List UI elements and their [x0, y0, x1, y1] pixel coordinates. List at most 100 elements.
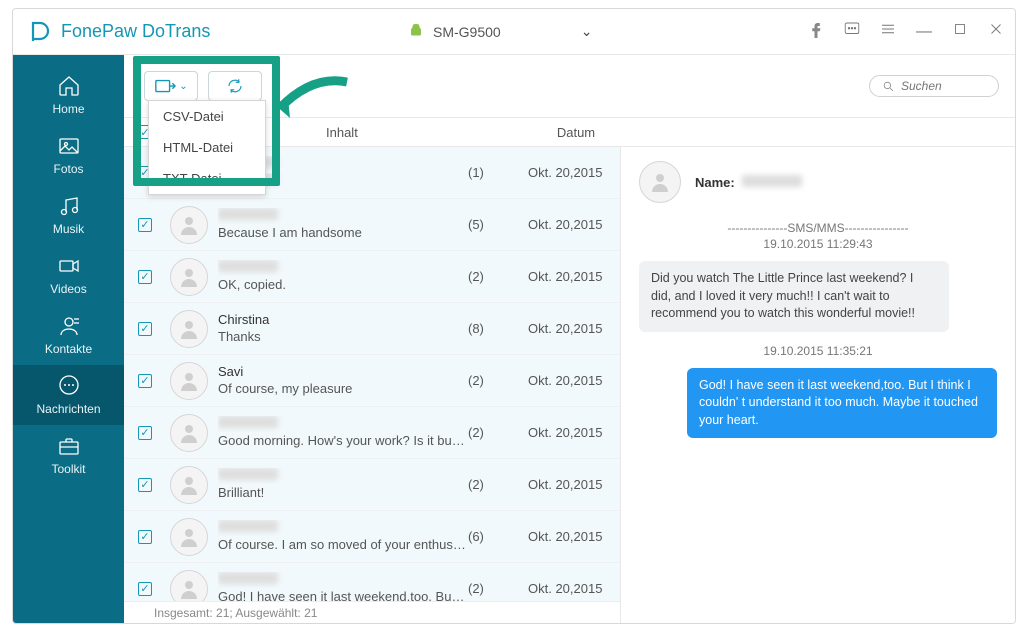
row-name	[218, 416, 468, 432]
sidebar-item-label: Musik	[53, 222, 84, 236]
row-snippet: Of course. I am so moved of your enthusi…	[218, 537, 468, 553]
message-row[interactable]: ✓ OK, copied.(2)Okt. 20,2015	[124, 251, 620, 303]
sidebar-item-home[interactable]: Home	[13, 65, 124, 125]
avatar-icon	[170, 518, 208, 556]
sidebar-item-toolkit[interactable]: Toolkit	[13, 425, 124, 485]
avatar-icon	[170, 414, 208, 452]
sidebar-item-label: Toolkit	[51, 462, 85, 476]
export-option-html[interactable]: HTML-Datei	[149, 132, 265, 163]
row-count: (6)	[468, 529, 528, 544]
sidebar-item-label: Home	[52, 102, 84, 116]
device-selector[interactable]: SM-G9500 ⌄	[409, 23, 592, 41]
minimize-button[interactable]: —	[913, 23, 935, 41]
message-detail: Name: ---------------SMS/MMS------------…	[621, 147, 1015, 623]
row-name	[218, 208, 468, 224]
row-name: Savi	[218, 364, 468, 380]
row-snippet: Brilliant!	[218, 485, 468, 501]
search-field[interactable]	[901, 79, 981, 93]
row-checkbox[interactable]: ✓	[138, 218, 152, 232]
sidebar-item-videos[interactable]: Videos	[13, 245, 124, 305]
row-checkbox[interactable]: ✓	[138, 374, 152, 388]
row-checkbox[interactable]: ✓	[138, 582, 152, 596]
row-checkbox[interactable]: ✓	[138, 530, 152, 544]
sidebar-item-label: Fotos	[53, 162, 83, 176]
row-count: (2)	[468, 269, 528, 284]
sidebar-item-kontakte[interactable]: Kontakte	[13, 305, 124, 365]
avatar-icon	[170, 362, 208, 400]
row-date: Okt. 20,2015	[528, 529, 620, 544]
sidebar-item-musik[interactable]: Musik	[13, 185, 124, 245]
feedback-icon[interactable]	[841, 20, 863, 43]
row-date: Okt. 20,2015	[528, 373, 620, 388]
row-count: (1)	[468, 165, 528, 180]
avatar-icon	[639, 161, 681, 203]
app-title: FonePaw DoTrans	[61, 21, 210, 42]
row-date: Okt. 20,2015	[528, 269, 620, 284]
sidebar-item-label: Videos	[50, 282, 86, 296]
message-outgoing: God! I have seen it last weekend,too. Bu…	[687, 368, 997, 439]
sidebar-item-nachrichten[interactable]: Nachrichten	[13, 365, 124, 425]
row-count: (8)	[468, 321, 528, 336]
row-snippet: Of course, my pleasure	[218, 381, 468, 397]
message-row[interactable]: ✓ God! I have seen it last weekend,too. B…	[124, 563, 620, 601]
row-count: (2)	[468, 477, 528, 492]
row-count: (2)	[468, 425, 528, 440]
row-date: Okt. 20,2015	[528, 425, 620, 440]
menu-icon[interactable]	[877, 20, 899, 43]
row-name: Chirstina	[218, 312, 468, 328]
sidebar-item-fotos[interactable]: Fotos	[13, 125, 124, 185]
close-button[interactable]	[985, 20, 1007, 43]
search-icon	[882, 80, 895, 93]
avatar-icon	[170, 258, 208, 296]
row-name	[218, 572, 468, 588]
row-snippet: God! I have seen it last weekend,too. Bu…	[218, 589, 468, 601]
row-checkbox[interactable]: ✓	[138, 322, 152, 336]
row-snippet: Good morning. How's your work? Is it bus…	[218, 433, 468, 449]
message-row[interactable]: ✓ ChirstinaThanks(8)Okt. 20,2015	[124, 303, 620, 355]
search-input[interactable]	[869, 75, 999, 97]
row-name	[218, 260, 468, 276]
avatar-icon	[170, 310, 208, 348]
avatar-icon	[170, 206, 208, 244]
row-date: Okt. 20,2015	[528, 477, 620, 492]
row-date: Okt. 20,2015	[528, 217, 620, 232]
row-checkbox[interactable]: ✓	[138, 270, 152, 284]
chevron-down-icon: ⌄	[179, 81, 187, 92]
detail-name-value	[742, 175, 802, 187]
sidebar: Home Fotos Musik Videos Kontakte Nachric…	[13, 55, 124, 623]
row-date: Okt. 20,2015	[528, 581, 620, 596]
refresh-button[interactable]	[208, 71, 262, 101]
message-row[interactable]: ✓SaviOf course, my pleasure(2)Okt. 20,20…	[124, 355, 620, 407]
row-count: (5)	[468, 217, 528, 232]
export-option-csv[interactable]: CSV-Datei	[149, 101, 265, 132]
maximize-button[interactable]	[949, 20, 971, 43]
message-row[interactable]: ✓ Good morning. How's your work? Is it bu…	[124, 407, 620, 459]
row-count: (2)	[468, 581, 528, 596]
chevron-down-icon: ⌄	[581, 23, 593, 40]
col-datum: Datum	[531, 125, 621, 140]
detail-name-label: Name:	[695, 175, 735, 190]
status-bar: Insgesamt: 21; Ausgewählt: 21	[124, 601, 620, 623]
message-row[interactable]: ✓ Because I am handsome(5)Okt. 20,2015	[124, 199, 620, 251]
row-snippet: Thanks	[218, 329, 468, 345]
device-name: SM-G9500	[433, 24, 501, 40]
facebook-icon[interactable]	[805, 20, 827, 43]
avatar-icon	[170, 570, 208, 602]
message-row[interactable]: ✓ Brilliant!(2)Okt. 20,2015	[124, 459, 620, 511]
row-snippet: Because I am handsome	[218, 225, 468, 241]
sms-divider: ---------------SMS/MMS----------------	[639, 221, 997, 235]
message-incoming: Did you watch The Little Prince last wee…	[639, 261, 949, 332]
export-button[interactable]: ⌄	[144, 71, 198, 101]
row-snippet: OK, copied.	[218, 277, 468, 293]
sidebar-item-label: Kontakte	[45, 342, 92, 356]
avatar-icon	[170, 466, 208, 504]
row-date: Okt. 20,2015	[528, 321, 620, 336]
timestamp: 19.10.2015 11:29:43	[639, 237, 997, 251]
message-row[interactable]: ✓ Of course. I am so moved of your enthus…	[124, 511, 620, 563]
app-logo	[27, 20, 51, 44]
row-name	[218, 468, 468, 484]
android-icon	[409, 23, 423, 41]
row-checkbox[interactable]: ✓	[138, 478, 152, 492]
row-checkbox[interactable]: ✓	[138, 426, 152, 440]
export-option-txt[interactable]: TXT-Datei	[149, 163, 265, 194]
